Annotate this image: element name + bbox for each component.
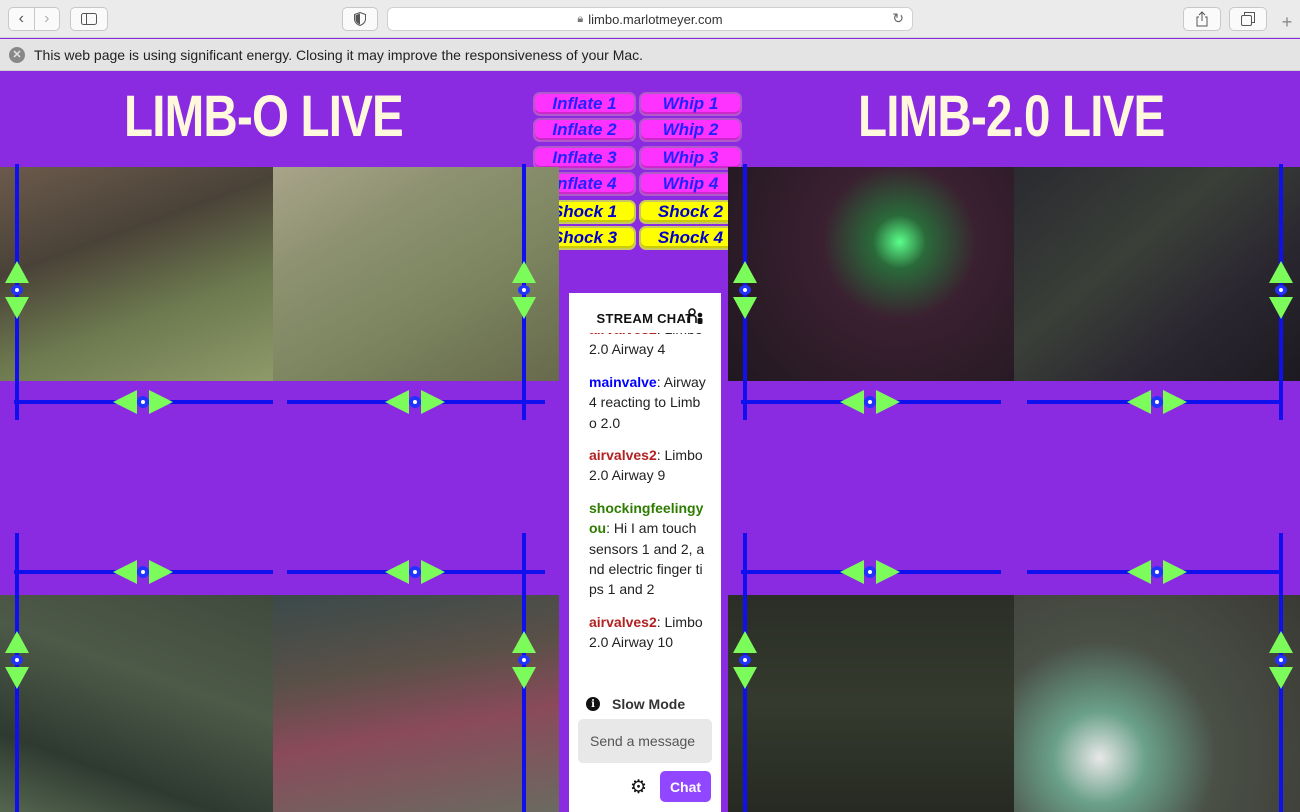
vertical-arrow-handle-icon[interactable] [5,631,29,689]
users-icon[interactable] [687,308,705,329]
horizontal-arrow-handle-icon[interactable] [840,390,900,414]
browser-toolbar: ‹ › 🔒︎ limbo.marlotmeyer.com ↻ + [0,0,1300,38]
horizontal-arrow-handle-icon[interactable] [113,560,173,584]
close-notice-icon[interactable]: ✕ [9,46,25,63]
chat-send-button[interactable]: Chat [660,771,711,802]
chat-colon: : [657,333,665,337]
horizontal-arrow-handle-icon[interactable] [840,560,900,584]
gear-icon[interactable]: ⚙ [630,776,647,799]
sidebar-icon [81,13,97,25]
chat-message-input[interactable] [578,719,712,763]
vertical-arrow-handle-icon[interactable] [5,261,29,319]
sidebar-toggle-button[interactable] [70,7,108,31]
forward-button[interactable]: › [33,8,60,30]
vertical-arrow-handle-icon[interactable] [1269,631,1293,689]
nav-buttons: ‹ › [8,7,60,31]
share-icon [1196,11,1208,27]
whip-3-button[interactable]: Whip 3 [639,146,742,170]
reload-icon[interactable]: ↻ [892,10,904,27]
page-content: LIMB-O LIVE LIMB-2.0 LIVE Inflate 1 Infl… [0,71,1300,812]
new-tab-button[interactable]: + [1274,7,1300,38]
vertical-arrow-handle-icon[interactable] [512,631,536,689]
chat-message: mainvalve: Airway 4 reacting to Limbo 2.… [589,372,707,433]
vertical-arrow-handle-icon[interactable] [733,631,757,689]
energy-notice-text: This web page is using significant energ… [34,46,644,63]
chat-username[interactable]: mainvalve [589,374,657,390]
vertical-arrow-handle-icon[interactable] [1269,261,1293,319]
chat-message: airvalves2: Limbo 2.0 Airway 9 [589,445,707,486]
chat-username[interactable]: airvalves2 [589,447,657,463]
chat-colon: : [656,373,664,390]
right-live-title: LIMB-2.0 LIVE [858,84,1165,149]
chat-username[interactable]: airvalves2 [589,614,657,630]
share-button[interactable] [1183,7,1221,31]
shock-4-button[interactable]: Shock 4 [639,226,742,250]
privacy-report-button[interactable] [342,7,378,31]
shock-2-button[interactable]: Shock 2 [639,200,742,224]
chat-username[interactable]: airvalves2 [589,333,657,337]
limb-o-camera-4 [273,595,559,812]
limb-2-camera-2 [1014,167,1300,381]
chat-message: airvalves2: Limbo 2.0 Airway 10 [589,612,707,653]
lock-icon: 🔒︎ [577,12,584,25]
chat-message: shockingfeelingyou: Hi I am touch sensor… [589,498,707,600]
url-text: limbo.marlotmeyer.com [588,11,723,27]
address-bar[interactable]: 🔒︎ limbo.marlotmeyer.com ↻ [387,7,913,31]
inflate-2-button[interactable]: Inflate 2 [533,118,636,142]
limb-2-camera-4 [1014,595,1300,812]
whip-1-button[interactable]: Whip 1 [639,92,742,116]
chat-message: airvalves2: Limbo 2.0 Airway 4 [589,333,707,360]
vertical-arrow-handle-icon[interactable] [512,261,536,319]
inflate-1-button[interactable]: Inflate 1 [533,92,636,116]
limb-2-camera-3 [728,595,1014,812]
whip-2-button[interactable]: Whip 2 [639,118,742,142]
left-live-title: LIMB-O LIVE [124,84,404,149]
chat-colon: : [656,613,665,630]
slow-mode-indicator: i Slow Mode [586,696,685,712]
horizontal-arrow-handle-icon[interactable] [113,390,173,414]
tabs-icon [1241,12,1255,26]
horizontal-arrow-handle-icon[interactable] [385,390,445,414]
slow-mode-label: Slow Mode [612,696,686,712]
chat-colon: : [606,520,614,537]
horizontal-arrow-handle-icon[interactable] [1127,560,1187,584]
chat-message-list: airvalves2: Limbo 2.0 Airway 4 mainvalve:… [589,333,707,677]
chat-colon: : [656,447,665,464]
limb-2-camera-1 [728,167,1014,381]
back-button[interactable]: ‹ [9,8,34,30]
limb-o-camera-3 [0,595,273,812]
horizontal-arrow-handle-icon[interactable] [385,560,445,584]
whip-4-button[interactable]: Whip 4 [639,172,742,196]
energy-notice-bar: ✕ This web page is using significant ene… [0,39,1300,71]
info-icon: i [586,697,600,711]
chat-header-title: STREAM CHAT [596,310,694,326]
horizontal-arrow-handle-icon[interactable] [1127,390,1187,414]
limb-o-camera-1 [0,167,273,381]
stream-chat-panel: STREAM CHAT airvalves2: Limbo 2.0 Airway… [569,293,721,812]
tabs-overview-button[interactable] [1229,7,1267,31]
vertical-arrow-handle-icon[interactable] [733,261,757,319]
shield-icon [354,12,366,26]
